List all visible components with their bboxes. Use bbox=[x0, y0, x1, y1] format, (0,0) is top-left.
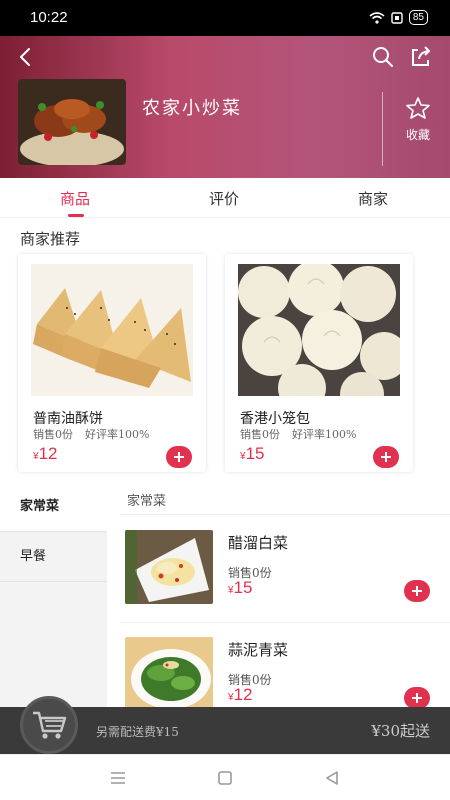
product-rating: 好评率100% bbox=[292, 428, 357, 441]
tab-bar: 商品 评价 商家 bbox=[0, 178, 450, 218]
recommend-card[interactable]: 香港小笼包 销售0份 好评率100% ¥15 bbox=[225, 254, 413, 472]
add-to-cart-button[interactable] bbox=[404, 580, 430, 602]
min-order-label: ¥30起送 bbox=[371, 722, 430, 740]
price-value: 15 bbox=[245, 444, 265, 463]
home-icon[interactable] bbox=[215, 768, 235, 788]
product-sales: 销售0份 bbox=[33, 428, 73, 441]
product-meta: 销售0份 好评率100% bbox=[240, 426, 356, 442]
product-name: 普南油酥饼 bbox=[33, 411, 103, 427]
add-to-cart-button[interactable] bbox=[404, 687, 430, 709]
product-meta: 销售0份 好评率100% bbox=[33, 426, 149, 442]
product-name: 蒜泥青菜 bbox=[228, 641, 289, 659]
header-divider bbox=[382, 92, 383, 166]
favorite-label: 收藏 bbox=[405, 128, 430, 142]
system-nav-bar bbox=[0, 754, 450, 800]
product-image bbox=[125, 530, 213, 604]
product-price: ¥12 bbox=[228, 685, 252, 705]
section-title: 家常菜 bbox=[127, 494, 167, 509]
status-time: 10:22 bbox=[30, 9, 68, 26]
search-icon[interactable] bbox=[370, 44, 396, 70]
share-icon[interactable] bbox=[408, 44, 434, 70]
product-price: ¥15 bbox=[240, 444, 264, 464]
shop-thumbnail bbox=[18, 79, 126, 165]
product-image bbox=[125, 637, 213, 711]
price-value: 15 bbox=[233, 578, 253, 597]
product-rating: 好评率100% bbox=[85, 428, 150, 441]
product-price: ¥12 bbox=[33, 444, 57, 464]
product-image bbox=[31, 264, 193, 396]
cart-icon bbox=[33, 711, 67, 739]
recommend-card[interactable]: 普南油酥饼 销售0份 好评率100% ¥12 bbox=[18, 254, 206, 472]
price-value: 12 bbox=[38, 444, 58, 463]
tab-reviews[interactable]: 评价 bbox=[209, 188, 239, 209]
section-divider bbox=[120, 514, 450, 515]
wifi-icon bbox=[369, 11, 385, 24]
price-value: 12 bbox=[233, 685, 253, 704]
add-to-cart-button[interactable] bbox=[373, 446, 399, 468]
product-price: ¥15 bbox=[228, 578, 252, 598]
battery-indicator: 85 bbox=[408, 10, 428, 25]
status-icons: 85 bbox=[369, 10, 428, 25]
star-icon bbox=[406, 97, 430, 119]
tab-merchant[interactable]: 商家 bbox=[358, 188, 388, 209]
shop-name: 农家小炒菜 bbox=[142, 98, 242, 119]
status-bar: 10:22 85 bbox=[0, 0, 450, 36]
favorite-button[interactable]: 收藏 bbox=[396, 96, 440, 143]
product-image bbox=[238, 264, 400, 396]
add-to-cart-button[interactable] bbox=[166, 446, 192, 468]
product-sales: 销售0份 bbox=[240, 428, 280, 441]
tab-products[interactable]: 商品 bbox=[60, 188, 90, 209]
shop-header: 农家小炒菜 收藏 bbox=[0, 36, 450, 178]
category-breakfast[interactable]: 早餐 bbox=[0, 532, 107, 582]
product-name: 香港小笼包 bbox=[240, 411, 310, 427]
back-icon[interactable] bbox=[14, 44, 40, 70]
menu-item[interactable]: 醋溜白菜 销售0份 ¥15 bbox=[120, 516, 450, 623]
sim-icon bbox=[391, 11, 403, 24]
delivery-fee-note: 另需配送费¥15 bbox=[96, 725, 179, 739]
category-home-dishes[interactable]: 家常菜 bbox=[0, 482, 107, 532]
cart-bar: 另需配送费¥15 ¥30起送 bbox=[0, 696, 450, 754]
category-sidebar: 家常菜 早餐 bbox=[0, 482, 107, 708]
active-tab-indicator bbox=[68, 214, 84, 217]
product-name: 醋溜白菜 bbox=[228, 534, 289, 552]
back-nav-icon[interactable] bbox=[322, 768, 342, 788]
menu-icon[interactable] bbox=[108, 768, 128, 788]
cart-button[interactable] bbox=[20, 696, 78, 754]
recommend-title: 商家推荐 bbox=[20, 230, 81, 248]
